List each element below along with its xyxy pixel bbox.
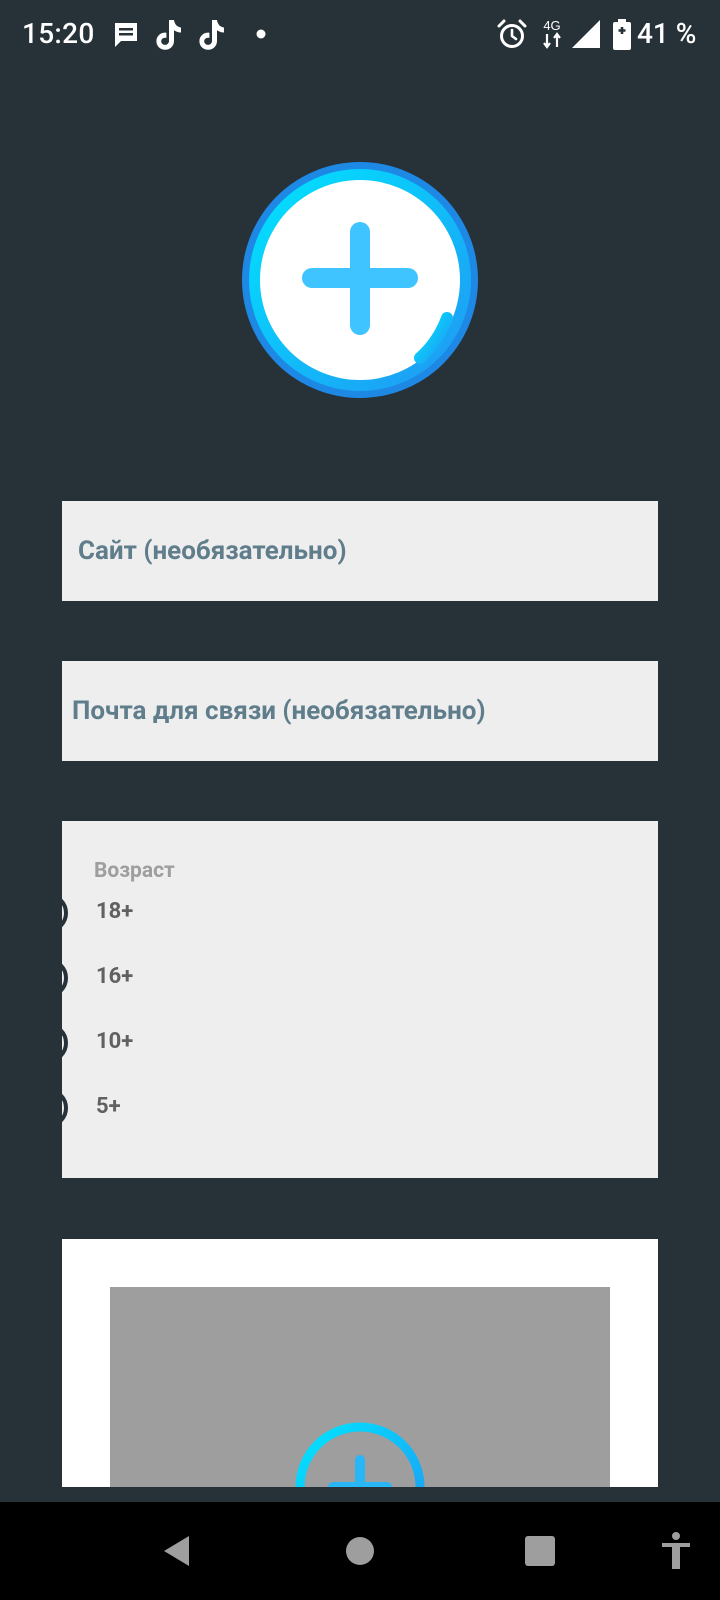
- accessibility-button[interactable]: [654, 1529, 698, 1573]
- tiktok-icon: [199, 20, 224, 50]
- svg-text:4G: 4G: [543, 18, 560, 33]
- signal-icon: [572, 20, 600, 48]
- radio-button[interactable]: [28, 1023, 68, 1063]
- age-option-label: 16+: [96, 964, 134, 989]
- age-option-18-plus[interactable]: 18+: [28, 889, 568, 937]
- home-icon: [346, 1537, 374, 1565]
- radio-button[interactable]: [28, 958, 68, 998]
- age-option-5-plus[interactable]: 5+: [28, 1084, 568, 1132]
- age-option-16-plus[interactable]: 16+: [28, 954, 568, 1002]
- more-dot-icon: [256, 29, 266, 39]
- add-image-icon[interactable]: [295, 1422, 425, 1487]
- alarm-icon: [497, 19, 527, 48]
- image-upload-area[interactable]: [110, 1287, 610, 1487]
- status-bar: 15:20 4G 41 %: [0, 0, 720, 68]
- recents-icon: [525, 1536, 555, 1566]
- radio-button[interactable]: [28, 1088, 68, 1128]
- add-avatar-button[interactable]: [240, 160, 480, 400]
- contact-email-input[interactable]: Почта для связи (необязательно): [62, 661, 658, 761]
- home-button[interactable]: [338, 1529, 382, 1573]
- message-icon: [115, 23, 137, 47]
- add-circle-icon: [242, 162, 478, 398]
- back-icon: [164, 1536, 189, 1566]
- battery-percent: 41 %: [637, 17, 697, 50]
- navigation-bar: [0, 1502, 720, 1600]
- recents-button[interactable]: [518, 1529, 562, 1573]
- network-4g-icon: 4G: [543, 18, 561, 49]
- age-option-label: 18+: [96, 899, 134, 924]
- accessibility-icon: [662, 1532, 690, 1569]
- image-upload-card: [62, 1239, 658, 1487]
- age-option-label: 5+: [96, 1094, 121, 1119]
- status-time: 15:20: [22, 17, 95, 50]
- age-group-title: Возраст: [94, 859, 175, 883]
- site-input[interactable]: Сайт (необязательно): [62, 501, 658, 601]
- radio-button[interactable]: [28, 893, 68, 933]
- battery-charging-icon: [613, 19, 631, 50]
- tiktok-icon: [156, 20, 181, 50]
- back-button[interactable]: [156, 1529, 200, 1573]
- age-option-label: 10+: [96, 1029, 134, 1054]
- age-option-10-plus[interactable]: 10+: [28, 1019, 568, 1067]
